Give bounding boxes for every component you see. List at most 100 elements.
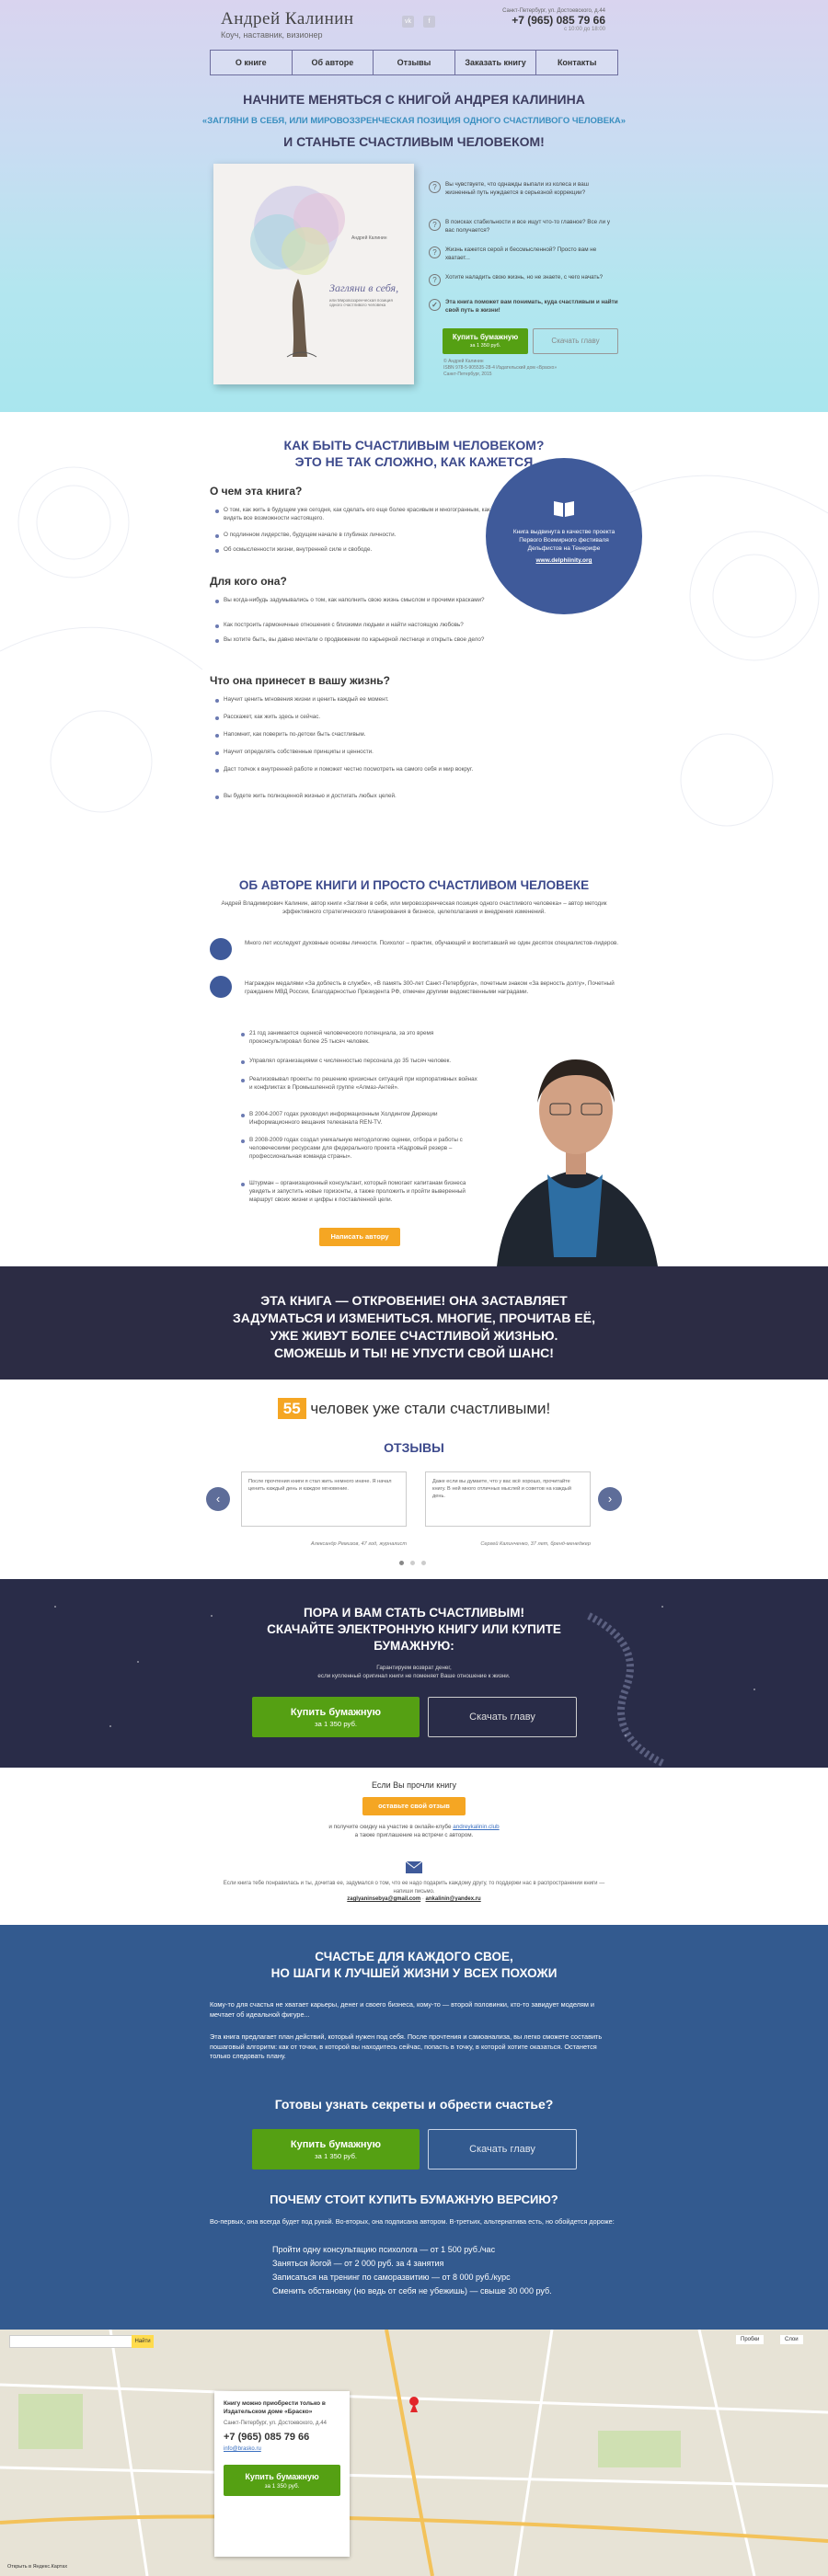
hero-section: Андрей Калинин Коуч, наставник, визионер… (0, 0, 828, 412)
festival-badge: Книга выдвинута в качестве проекта Перво… (486, 458, 642, 614)
hero-buy-button[interactable]: Купить бумажную за 1 350 руб. (443, 328, 528, 354)
club-link[interactable]: andreykalinin.club (453, 1824, 499, 1830)
book-cover: Андрей Калинин Загляни в себя, или Миров… (213, 164, 414, 384)
review-card: Даже если вы думаете, что у вас всё хоро… (425, 1471, 591, 1527)
question-4: ? Хотите наладить свою жизнь, но не знает… (429, 274, 620, 286)
header-phone[interactable]: +7 (965) 085 79 66 (502, 14, 605, 27)
question-icon: ? (429, 274, 441, 286)
author-p2: Награжден медалями «За доблесть в службе… (245, 980, 615, 995)
blue-title: СЧАСТЬЕ ДЛЯ КАЖДОГО СВОЕ, НО ШАГИ К ЛУЧШ… (270, 1950, 558, 1981)
why-text: Во-первых, она всегда будет под рукой. В… (210, 2217, 615, 2226)
next-arrow-icon[interactable]: › (598, 1487, 622, 1511)
discount-text: и получите скидку на участие в онлайн-кл… (328, 1824, 500, 1839)
question-icon: ? (429, 246, 441, 258)
site-tagline: Коуч, наставник, визионер (221, 30, 323, 40)
alt-item: Сменить обстановку (но ведь от себя не у… (272, 2286, 552, 2296)
list-item: Об осмысленности жизни, внутренней силе … (215, 546, 491, 555)
card-title: Книгу можно приобрести только в Издатель… (224, 2400, 326, 2415)
quote-text: ЭТА КНИГА — ОТКРОВЕНИЕ! ОНА ЗАСТАВЛЯЕТ З… (233, 1293, 595, 1360)
list-item: Вы будете жить полноценной жизнью и дост… (215, 793, 491, 801)
logo[interactable]: Андрей Калинин Коуч, наставник, визионер (221, 9, 354, 40)
traffic-button[interactable]: Пробки (736, 2335, 765, 2344)
medal-icon (210, 976, 232, 998)
map-canvas[interactable] (0, 2330, 828, 2576)
alt-item: Заняться йогой — от 2 000 руб. за 4 заня… (272, 2259, 444, 2268)
author-intro: Андрей Владимирович Калинин, автор книги… (221, 900, 607, 916)
map-section[interactable]: Найти Пробки Слои Открыть в Яндекс.Карта… (0, 2330, 828, 2576)
list-item: Реализовывал проекты по решению кризисны… (241, 1076, 480, 1093)
badge-text: Книга выдвинута в качестве проекта Перво… (512, 529, 615, 553)
guarantee-note: Гарантируем возврат денег, если купленны… (317, 1665, 511, 1680)
secret-question: Готовы узнать секреты и обрести счастье? (274, 2097, 554, 2112)
list-item: Управлял организациями с численностью пе… (241, 1058, 480, 1066)
list-item: Расскажет, как жить здесь и сейчас. (215, 714, 491, 722)
hero-subtitle: И СТАНЬТЕ СЧАСТЛИВЫМ ЧЕЛОВЕКОМ! (283, 134, 545, 149)
nav-about-book[interactable]: О книге (211, 51, 293, 74)
download-chapter-button-2[interactable]: Скачать главу (428, 2129, 577, 2170)
dot[interactable] (410, 1561, 415, 1565)
about-title-1: КАК БЫТЬ СЧАСТЛИВЫМ ЧЕЛОВЕКОМ? (283, 438, 545, 452)
buy-paper-button[interactable]: Купить бумажную за 1 350 руб. (252, 1697, 420, 1737)
download-section: ПОРА И ВАМ СТАТЬ СЧАСТЛИВЫМ! СКАЧАЙТЕ ЭЛ… (0, 1579, 828, 1768)
review-author: Александр Ремизов, 47 год, журналист (310, 1541, 407, 1547)
dot[interactable] (421, 1561, 426, 1565)
list-item: В 2004-2007 годах руководил информационн… (241, 1111, 480, 1128)
map-search-input[interactable] (9, 2335, 145, 2348)
open-yandex-maps-link[interactable]: Открыть в Яндекс.Картах (7, 2564, 67, 2570)
write-author-button[interactable]: Написать автору (319, 1228, 400, 1246)
leave-review-button[interactable]: оставьте свой отзыв (362, 1797, 466, 1815)
reviews-section: 55 человек уже стали счастливыми! ОТЗЫВЫ… (0, 1380, 828, 1579)
card-email[interactable]: info@brasko.ru (224, 2446, 340, 2452)
author-title: ОБ АВТОРЕ КНИГИ И ПРОСТО СЧАСТЛИВОМ ЧЕЛО… (238, 878, 590, 892)
carousel-dots (399, 1561, 426, 1565)
nav-reviews[interactable]: Отзывы (374, 51, 455, 74)
book-icon (554, 501, 574, 517)
question-3: ? Жизнь кажется серой и бессмысленной? Пр… (429, 246, 620, 262)
nav-about-author[interactable]: Об авторе (293, 51, 374, 74)
list-item: Научит определять собственные принципы и… (215, 749, 491, 757)
dot[interactable] (399, 1561, 404, 1565)
why-title: ПОЧЕМУ СТОИТ КУПИТЬ БУМАЖНУЮ ВЕРСИЮ? (270, 2192, 558, 2206)
header-hours: с 10:00 до 18:00 (564, 27, 605, 32)
email-link-2[interactable]: ankalinin@yandex.ru (426, 1896, 481, 1902)
nav-order[interactable]: Заказать книгу (455, 51, 537, 74)
prev-arrow-icon[interactable]: ‹ (206, 1487, 230, 1511)
facebook-icon[interactable]: f (423, 16, 435, 28)
download-chapter-button[interactable]: Скачать главу (428, 1697, 577, 1737)
alt-item: Пройти одну консультацию психолога — от … (272, 2245, 496, 2254)
card-address: Санкт-Петербург, ул. Достоевского, д.44 (224, 2420, 327, 2426)
review-author: Сергей Калинченко, 37 лет, бренд-менедже… (480, 1541, 591, 1547)
map-search-button[interactable]: Найти (132, 2335, 154, 2348)
buy-paper-button-2[interactable]: Купить бумажную за 1 350 руб. (252, 2129, 420, 2170)
counter-number: 55 (277, 1398, 306, 1419)
email-link-1[interactable]: zaglyaninsebya@gmail.com (347, 1896, 420, 1902)
question-2: ? В поисках стабильности и все ищут что-т… (429, 219, 620, 235)
section-who: Для кого она? (210, 575, 287, 588)
cover-title: Загляни в себя, (329, 281, 399, 294)
question-icon: ? (429, 219, 441, 231)
card-buy-button[interactable]: Купить бумажную за 1 350 руб. (224, 2464, 340, 2496)
share-text: Если книга тебе понравилась и ты, дочита… (223, 1881, 605, 1903)
counter-text: человек уже стали счастливыми! (310, 1400, 551, 1417)
question-icon: ? (429, 181, 441, 193)
nav-contacts[interactable]: Контакты (536, 51, 617, 74)
header-contacts: Санкт-Петербург, ул. Достоевского, д.44 … (502, 8, 605, 32)
badge-link[interactable]: www.delphiinity.org (486, 557, 642, 564)
blue-p2: Эта книга предлагает план действий, кото… (210, 2032, 603, 2061)
blue-p1: Кому-то для счастья не хватает карьеры, … (210, 2000, 594, 2019)
section-what: О чем эта книга? (210, 485, 303, 498)
envelope-icon (406, 1861, 422, 1873)
list-item: В 2008-2009 годах создал уникальную мето… (241, 1137, 480, 1161)
hero-download-button[interactable]: Скачать главу (533, 328, 618, 354)
cover-subtitle: или Мировоззренческая позиция одного сча… (329, 298, 393, 307)
card-phone[interactable]: +7 (965) 085 79 66 (224, 2432, 340, 2443)
list-item: Напомнит, как поверить по-детски быть сч… (215, 731, 491, 739)
about-book-section (0, 412, 828, 848)
author-photo (497, 1059, 658, 1266)
read-question: Если Вы прочли книгу (371, 1780, 457, 1790)
quote-section: ЭТА КНИГА — ОТКРОВЕНИЕ! ОНА ЗАСТАВЛЯЕТ З… (0, 1266, 828, 1380)
download-title: ПОРА И ВАМ СТАТЬ СЧАСТЛИВЫМ! СКАЧАЙТЕ ЭЛ… (267, 1606, 561, 1654)
alt-item: Записаться на тренинг по саморазвитию — … (272, 2273, 511, 2282)
layers-button[interactable]: Слои (780, 2335, 803, 2344)
vk-icon[interactable]: vk (402, 16, 414, 28)
